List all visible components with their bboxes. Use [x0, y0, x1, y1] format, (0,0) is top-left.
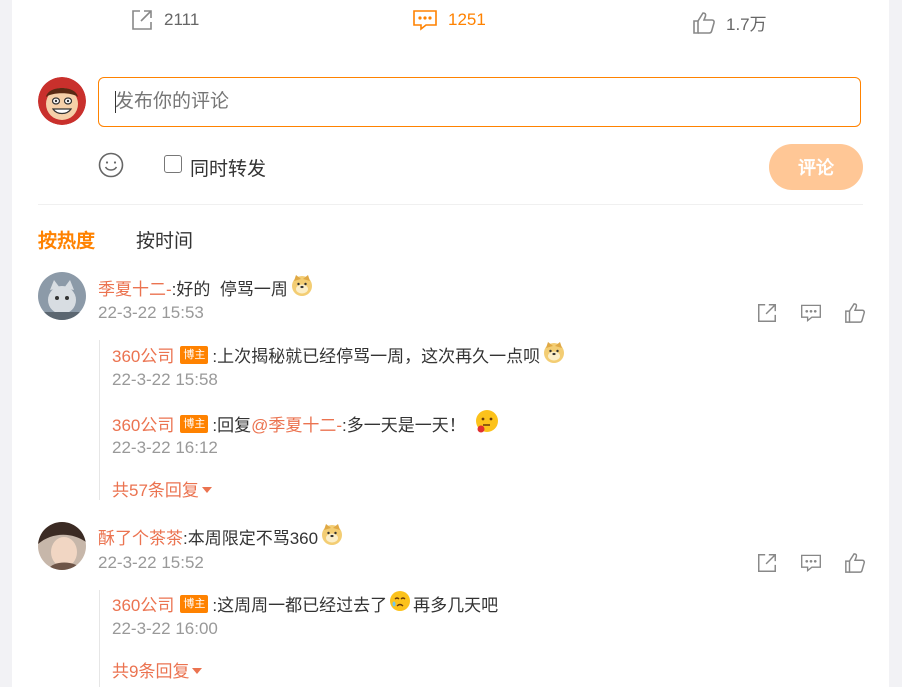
like-action[interactable]: 1.7万	[692, 10, 767, 35]
thumbs-up-icon[interactable]	[844, 302, 866, 329]
thumbs-up-icon	[692, 11, 716, 35]
reply-time: 22-3-22 16:00	[112, 619, 218, 638]
author-badge: 博主	[180, 345, 209, 364]
repost-label: 同时转发	[190, 159, 267, 180]
divider	[38, 204, 863, 205]
reply-body: 360公司 博主 :这周周一都已经过去了 再多几天吧	[112, 589, 498, 618]
repost-checkbox[interactable]	[164, 155, 182, 173]
reply-time: 22-3-22 15:58	[112, 370, 218, 389]
more-replies-link[interactable]: 共9条回复	[112, 657, 203, 682]
share-icon	[130, 8, 154, 32]
emoji-picker-button[interactable]	[98, 152, 124, 183]
reply-thread-line	[99, 590, 100, 687]
submit-comment-button[interactable]: 评论	[769, 144, 863, 190]
reply-body: 360公司 博主 :回复 @季夏十二- :多一天是一天！	[112, 408, 500, 439]
current-user-avatar[interactable]	[38, 77, 86, 125]
comment-action[interactable]: 1251	[412, 8, 486, 32]
reply-username[interactable]: 360公司	[112, 411, 174, 436]
tab-sort-time[interactable]: 按时间	[136, 226, 193, 253]
reply-thread-line	[99, 340, 100, 500]
author-badge: 博主	[180, 414, 209, 433]
share-icon[interactable]	[756, 552, 778, 579]
comment-icon[interactable]	[800, 552, 822, 579]
more-replies-link[interactable]: 共57条回复	[112, 476, 212, 501]
doge-emoji-icon	[290, 273, 314, 302]
crying-face-emoji-icon	[388, 589, 412, 618]
comment-username[interactable]: 酥了个茶茶	[98, 524, 183, 549]
smiley-icon	[98, 152, 124, 182]
reply-body: 360公司 博主 :上次揭秘就已经停骂一周，这次再久一点呗	[112, 340, 566, 369]
doge-emoji-icon	[320, 522, 344, 551]
tab-sort-hot[interactable]: 按热度	[38, 226, 95, 253]
comment-input[interactable]	[98, 77, 861, 127]
comment-icon[interactable]	[800, 302, 822, 329]
thumbs-up-icon[interactable]	[844, 552, 866, 579]
reply-username[interactable]: 360公司	[112, 591, 174, 616]
comment-text: :本周限定不骂360	[183, 529, 319, 548]
thinking-face-emoji-icon	[474, 408, 500, 439]
forward-count: 2111	[164, 10, 200, 29]
more-replies-label: 共9条回复	[112, 662, 190, 681]
comment-actions	[756, 302, 866, 329]
comment-username[interactable]: 季夏十二-	[98, 275, 172, 300]
share-icon[interactable]	[756, 302, 778, 329]
more-replies-label: 共57条回复	[112, 481, 199, 500]
reply-text: :上次揭秘就已经停骂一周，这次再久一点呗	[212, 347, 541, 366]
author-badge: 博主	[180, 594, 209, 613]
reply-text: :多一天是一天！	[342, 416, 466, 435]
comment-body: 酥了个茶茶 :本周限定不骂360	[98, 522, 344, 551]
comment-time: 22-3-22 15:53	[98, 303, 204, 322]
reply-text: :这周周一都已经过去了	[212, 596, 388, 615]
reply-username[interactable]: 360公司	[112, 342, 174, 367]
doge-emoji-icon	[542, 340, 566, 369]
caret-down-icon	[192, 660, 203, 680]
avatar[interactable]	[38, 522, 86, 570]
like-count: 1.7万	[726, 15, 767, 34]
comment-count: 1251	[448, 10, 486, 29]
text-cursor	[115, 91, 116, 113]
comment-time: 22-3-22 15:52	[98, 553, 204, 572]
comment-text: :好的 停骂一周	[171, 280, 288, 299]
reply-text-prefix: :回复	[212, 416, 252, 435]
reply-text-suffix: 再多几天吧	[413, 596, 499, 615]
weibo-comment-panel: 2111 1251 1.7万 发布你的评论 同时转发 评论 按热度 按时间 季夏…	[12, 0, 889, 687]
caret-down-icon	[201, 479, 212, 499]
forward-action[interactable]: 2111	[130, 8, 199, 32]
comment-body: 季夏十二- :好的 停骂一周	[98, 273, 314, 302]
avatar[interactable]	[38, 272, 86, 320]
comment-actions	[756, 552, 866, 579]
mention-link[interactable]: @季夏十二-	[251, 411, 342, 436]
reply-time: 22-3-22 16:12	[112, 438, 218, 457]
comment-icon	[412, 8, 438, 32]
